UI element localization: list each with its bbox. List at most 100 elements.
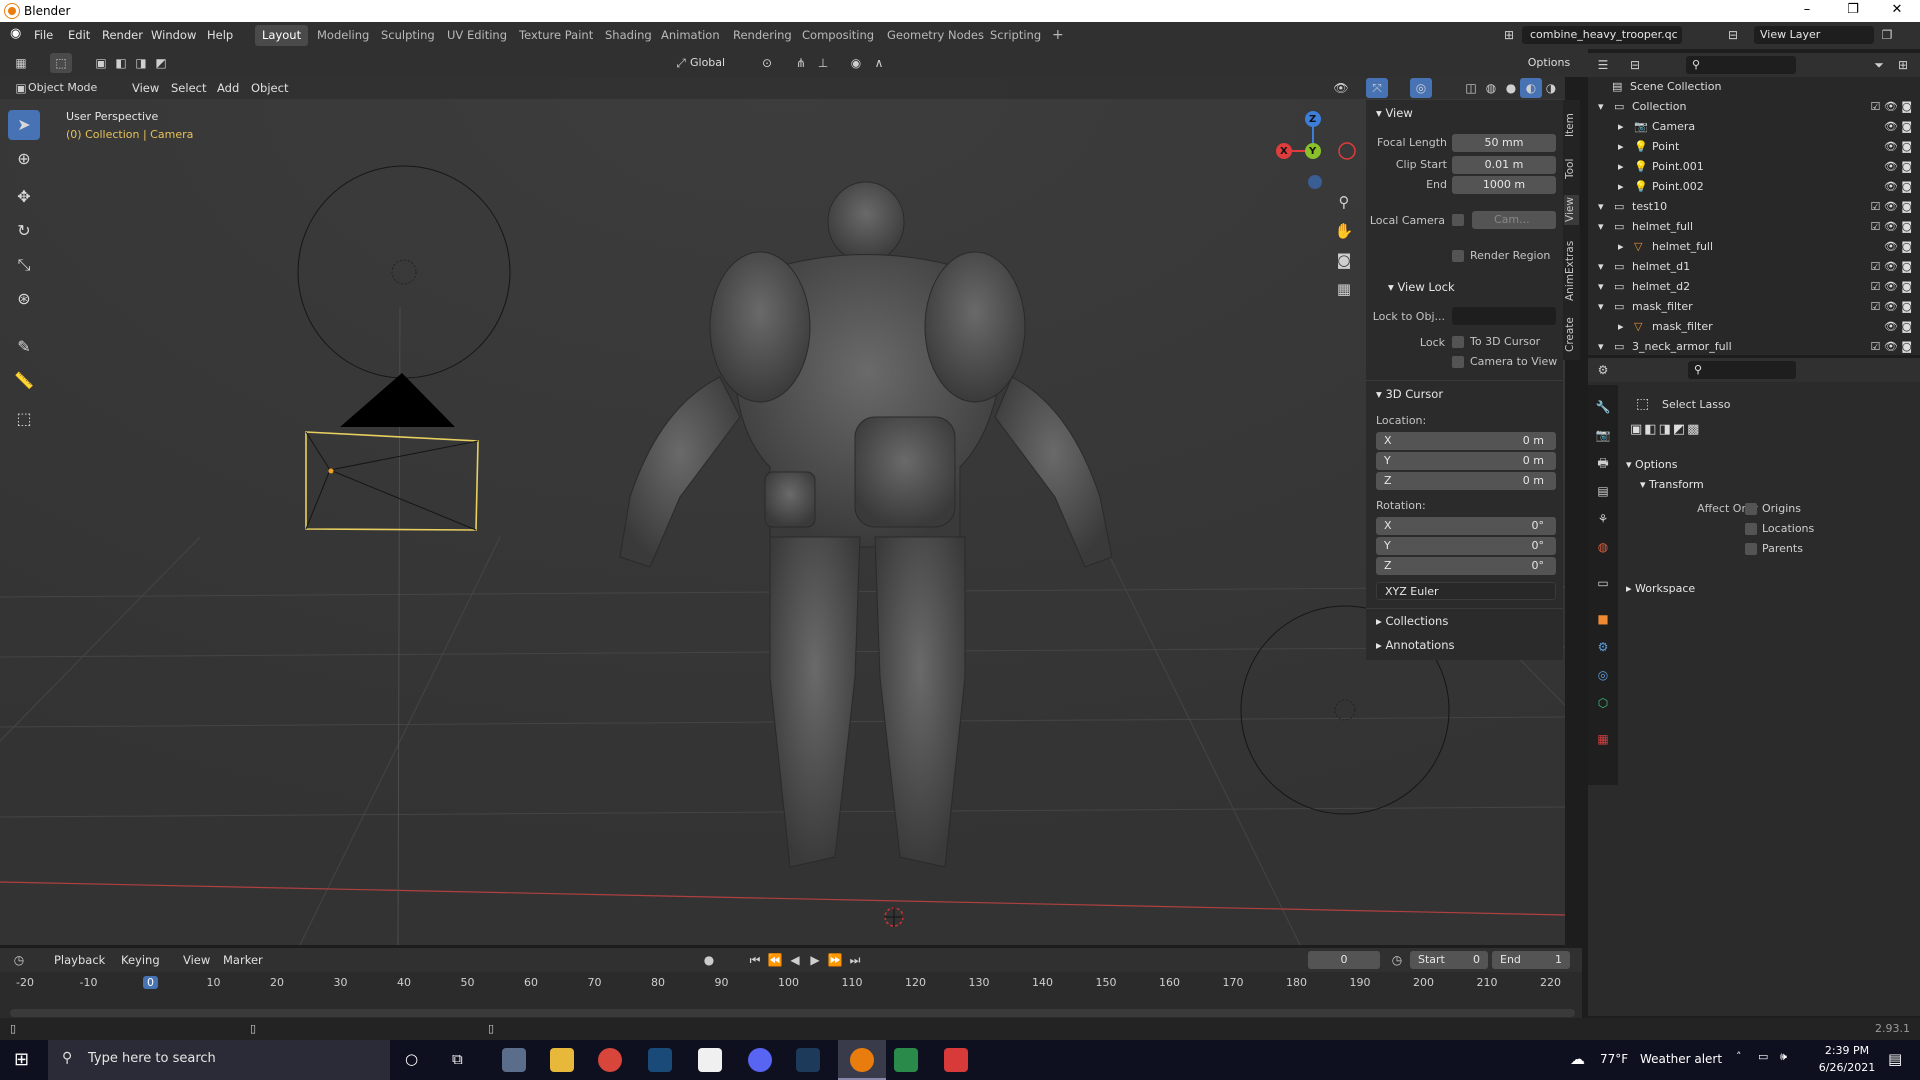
rendered-shading-icon[interactable]: ◑ bbox=[1540, 78, 1562, 98]
expand-arrow-icon[interactable]: ▸ bbox=[1618, 157, 1624, 177]
tab-texture-paint[interactable]: Texture Paint bbox=[512, 25, 600, 46]
tab-modeling[interactable]: Modeling bbox=[310, 25, 376, 46]
mode-subtract-icon[interactable]: ◨ bbox=[130, 53, 152, 73]
app-icon-5[interactable] bbox=[698, 1048, 722, 1072]
visibility-icon[interactable]: 👁 bbox=[1330, 78, 1352, 98]
visibility-toggles[interactable]: ☑ 👁 ◙ bbox=[1871, 97, 1913, 117]
tab-animextras[interactable]: AnimExtras bbox=[1564, 240, 1579, 302]
affect-locations-checkbox[interactable] bbox=[1745, 523, 1757, 535]
outliner-row[interactable]: ▸ 💡 Point 👁 ◙ bbox=[1588, 137, 1920, 157]
expand-arrow-icon[interactable]: ▸ bbox=[1618, 317, 1624, 337]
expand-arrow-icon[interactable]: ▾ bbox=[1598, 217, 1604, 237]
gizmo-toggle-icon[interactable]: ⤧ bbox=[1366, 78, 1388, 98]
lock-3d-cursor-checkbox[interactable] bbox=[1452, 336, 1464, 348]
tab-sculpting[interactable]: Sculpting bbox=[374, 25, 442, 46]
falloff-icon[interactable]: ∧ bbox=[868, 53, 890, 73]
selection-mode-buttons[interactable]: ▣◧◨◩▩ bbox=[1630, 422, 1701, 437]
menu-file[interactable]: File bbox=[34, 28, 53, 42]
weather-temp[interactable]: 77°F bbox=[1600, 1052, 1628, 1066]
affect-origins-checkbox[interactable] bbox=[1745, 503, 1757, 515]
maximize-button[interactable]: ❐ bbox=[1830, 0, 1876, 22]
expand-arrow-icon[interactable]: ▾ bbox=[1598, 337, 1604, 357]
outliner-row[interactable]: ▸ 💡 Point.002 👁 ◙ bbox=[1588, 177, 1920, 197]
cursor-tool-icon[interactable]: ⊕ bbox=[8, 144, 40, 174]
new-collection-icon[interactable]: ⊞ bbox=[1892, 55, 1914, 75]
cursor-location-y[interactable]: Y0 m bbox=[1376, 452, 1556, 470]
visibility-toggles[interactable]: 👁 ◙ bbox=[1884, 117, 1912, 137]
cursor-rotation-z[interactable]: Z 0° bbox=[1376, 557, 1556, 575]
jump-end-icon[interactable]: ⏭ bbox=[844, 950, 866, 970]
timeline-menu-view[interactable]: View bbox=[183, 953, 210, 967]
app-icon-9[interactable] bbox=[894, 1048, 918, 1072]
outliner-search-input[interactable]: ⚲ bbox=[1686, 56, 1796, 74]
workspace-section-header[interactable]: ▸ Workspace bbox=[1626, 582, 1695, 595]
affect-parents-checkbox[interactable] bbox=[1745, 543, 1757, 555]
tab-view[interactable]: View bbox=[1564, 195, 1579, 225]
windows-start-icon[interactable]: ⊞ bbox=[14, 1049, 29, 1070]
weather-icon[interactable]: ☁ bbox=[1570, 1050, 1585, 1068]
visibility-toggles[interactable]: ☑ 👁 ◙ bbox=[1871, 197, 1913, 217]
overlay-toggle-icon[interactable]: ◎ bbox=[1410, 78, 1432, 98]
tab-geometry-nodes[interactable]: Geometry Nodes bbox=[880, 25, 991, 46]
expand-arrow-icon[interactable]: ▾ bbox=[1598, 257, 1604, 277]
outliner-row[interactable]: ▸ ▽ mask_filter 👁 ◙ bbox=[1588, 317, 1920, 337]
viewport-menu-object[interactable]: Object bbox=[251, 81, 288, 95]
output-tab-icon[interactable]: 🖶 bbox=[1592, 453, 1614, 473]
close-button[interactable]: ✕ bbox=[1874, 0, 1920, 22]
auto-keying-icon[interactable]: ● bbox=[698, 950, 720, 970]
3d-viewport[interactable]: X Z Y User Perspective (0) Collection | … bbox=[0, 77, 1565, 945]
data-tab-icon[interactable]: ⬡ bbox=[1592, 693, 1614, 713]
render-region-checkbox[interactable] bbox=[1452, 250, 1464, 262]
cortana-icon[interactable]: ○ bbox=[405, 1050, 418, 1068]
notifications-icon[interactable]: ▤ bbox=[1888, 1050, 1902, 1068]
add-cube-tool-icon[interactable]: ⬚ bbox=[8, 404, 40, 434]
cursor-rotation-x[interactable]: X 0° bbox=[1376, 517, 1556, 535]
outliner-row[interactable]: ▸ ▽ helmet_full 👁 ◙ bbox=[1588, 237, 1920, 257]
perspective-grid-icon[interactable]: ▦ bbox=[1333, 279, 1355, 299]
local-camera-field[interactable]: Cam... bbox=[1472, 211, 1556, 229]
transform-orientation-dropdown[interactable]: Global bbox=[690, 54, 746, 72]
blender-taskbar-item[interactable] bbox=[838, 1040, 886, 1080]
outliner-row[interactable]: ▾ ▭ helmet_full ☑ 👁 ◙ bbox=[1588, 217, 1920, 237]
move-tool-icon[interactable]: ✥ bbox=[8, 182, 40, 212]
solid-shading-icon[interactable]: ● bbox=[1500, 78, 1522, 98]
expand-arrow-icon[interactable]: ▾ bbox=[1598, 97, 1604, 117]
properties-editor-icon[interactable]: ⚙ bbox=[1592, 360, 1614, 380]
menu-render[interactable]: Render bbox=[102, 28, 143, 42]
blender-menu-icon[interactable]: ◉ bbox=[10, 26, 21, 41]
tab-uv-editing[interactable]: UV Editing bbox=[440, 25, 514, 46]
physics-tab-icon[interactable]: ◎ bbox=[1592, 665, 1614, 685]
mode-intersect-icon[interactable]: ◩ bbox=[150, 53, 172, 73]
pivot-point-icon[interactable]: ⊙ bbox=[756, 53, 778, 73]
world-tab-icon[interactable]: ◍ bbox=[1592, 537, 1614, 557]
annotations-section-header[interactable]: ▸ Annotations bbox=[1376, 638, 1455, 652]
zoom-icon[interactable]: ⚲ bbox=[1333, 192, 1355, 212]
play-icon[interactable]: ▶ bbox=[804, 950, 826, 970]
measure-tool-icon[interactable]: 📏 bbox=[8, 366, 40, 396]
visibility-toggles[interactable]: 👁 ◙ bbox=[1884, 177, 1912, 197]
viewport-menu-add[interactable]: Add bbox=[217, 81, 239, 95]
tool-tab-icon[interactable]: 🔧 bbox=[1592, 397, 1614, 417]
transform-tool-icon[interactable]: ⊛ bbox=[8, 284, 40, 314]
tab-tool[interactable]: Tool bbox=[1564, 155, 1579, 183]
add-workspace-icon[interactable]: + bbox=[1045, 25, 1071, 46]
tab-item[interactable]: Item bbox=[1564, 110, 1579, 140]
expand-arrow-icon[interactable]: ▾ bbox=[1598, 297, 1604, 317]
start-frame-field[interactable]: Start 0 bbox=[1410, 951, 1488, 969]
timeline-ruler[interactable]: -20 -10 0 10 20 30 40 50 60 70 80 90 100 110 120 130 140… bbox=[0, 972, 1582, 994]
3d-cursor-section-header[interactable]: ▾ 3D Cursor bbox=[1376, 387, 1443, 401]
rotate-tool-icon[interactable]: ↻ bbox=[8, 216, 40, 246]
camera-to-view-checkbox[interactable] bbox=[1452, 356, 1464, 368]
expand-arrow-icon[interactable]: ▾ bbox=[1598, 197, 1604, 217]
filter-icon[interactable]: ⏷ bbox=[1868, 55, 1890, 75]
current-frame-field[interactable]: 0 bbox=[1308, 951, 1380, 969]
tab-rendering[interactable]: Rendering bbox=[726, 25, 799, 46]
copy-view-layer-icon[interactable]: ❐ bbox=[1876, 25, 1898, 45]
clip-end-field[interactable]: 1000 m bbox=[1452, 176, 1556, 194]
menu-help[interactable]: Help bbox=[207, 28, 233, 42]
task-view-icon[interactable]: ⧉ bbox=[452, 1050, 463, 1068]
outliner-row[interactable]: ▾ ▭ test10 ☑ 👁 ◙ bbox=[1588, 197, 1920, 217]
timeline-menu-playback[interactable]: Playback bbox=[54, 953, 105, 967]
steam-icon-2[interactable] bbox=[796, 1048, 820, 1072]
snap-icon[interactable]: ⋔ bbox=[790, 53, 812, 73]
